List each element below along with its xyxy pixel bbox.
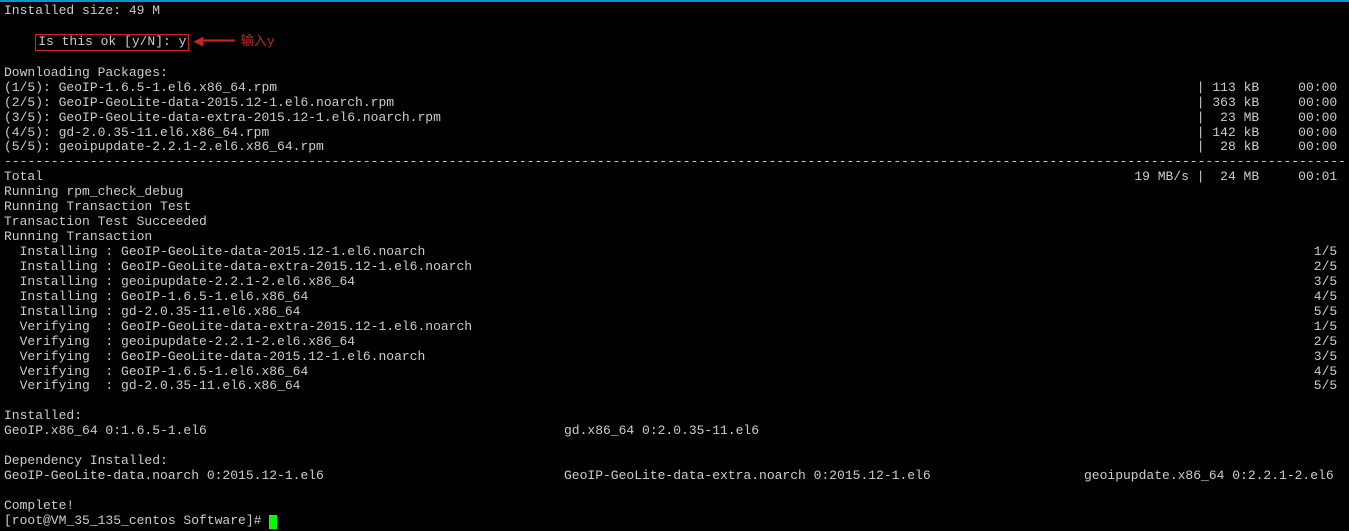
shell-prompt-text: [root@VM_35_135_centos Software]# [4, 513, 269, 528]
transaction-row: Installing : GeoIP-GeoLite-data-extra-20… [4, 260, 1345, 275]
transaction-row: Installing : gd-2.0.35-11.el6.x86_64 5/5 [4, 305, 1345, 320]
package-row: (1/5): GeoIP-1.6.5-1.el6.x86_64.rpm | 113… [4, 81, 1345, 96]
transaction-row: Verifying : gd-2.0.35-11.el6.x86_64 5/5 [4, 379, 1345, 394]
dependency-item-2: GeoIP-GeoLite-data-extra.noarch 0:2015.1… [564, 469, 1084, 484]
package-stats: | 363 kB 00:00 [1197, 96, 1345, 111]
transaction-progress: 3/5 [1314, 350, 1345, 365]
total-stats: 19 MB/s | 24 MB 00:01 [1134, 170, 1345, 185]
installed-item-1: GeoIP.x86_64 0:1.6.5-1.el6 [4, 424, 564, 439]
shell-prompt-line[interactable]: [root@VM_35_135_centos Software]# [4, 514, 1345, 529]
dependency-installed-label: Dependency Installed: [4, 454, 1345, 469]
dependency-items-row: GeoIP-GeoLite-data.noarch 0:2015.12-1.el… [4, 469, 1345, 484]
total-label: Total [4, 170, 43, 185]
package-stats: | 113 kB 00:00 [1197, 81, 1345, 96]
package-stats: | 142 kB 00:00 [1197, 126, 1345, 141]
installed-size-text: Installed size: 49 M [4, 4, 160, 19]
package-name: (3/5): GeoIP-GeoLite-data-extra-2015.12-… [4, 111, 441, 126]
transaction-text: Installing : GeoIP-1.6.5-1.el6.x86_64 [4, 290, 308, 305]
test-succeeded-line: Transaction Test Succeeded [4, 215, 1345, 230]
transaction-text: Installing : GeoIP-GeoLite-data-extra-20… [4, 260, 472, 275]
confirm-prompt-text: Is this ok [y/N]: y [35, 34, 189, 51]
transaction-text: Verifying : GeoIP-GeoLite-data-2015.12-1… [4, 350, 425, 365]
transaction-text: Installing : GeoIP-GeoLite-data-2015.12-… [4, 245, 425, 260]
transaction-progress: 1/5 [1314, 320, 1345, 335]
transaction-text: Installing : gd-2.0.35-11.el6.x86_64 [4, 305, 300, 320]
transaction-progress: 2/5 [1314, 260, 1345, 275]
packages-list: (1/5): GeoIP-1.6.5-1.el6.x86_64.rpm | 113… [4, 81, 1345, 156]
package-stats: | 23 MB 00:00 [1197, 111, 1345, 126]
package-name: (5/5): geoipupdate-2.2.1-2.el6.x86_64.rp… [4, 140, 324, 155]
installed-label: Installed: [4, 409, 1345, 424]
transaction-test-line: Running Transaction Test [4, 200, 1345, 215]
transaction-row: Installing : GeoIP-GeoLite-data-2015.12-… [4, 245, 1345, 260]
dependency-item-3: geoipupdate.x86_64 0:2.2.1-2.el6 [1084, 469, 1345, 484]
transaction-row: Verifying : geoipupdate-2.2.1-2.el6.x86_… [4, 335, 1345, 350]
rpm-check-debug-line: Running rpm_check_debug [4, 185, 1345, 200]
annotation-text: 输入y [241, 34, 275, 49]
total-line: Total 19 MB/s | 24 MB 00:01 [4, 170, 1345, 185]
transaction-row: Verifying : GeoIP-GeoLite-data-2015.12-1… [4, 350, 1345, 365]
package-stats: | 28 kB 00:00 [1197, 140, 1345, 155]
transaction-progress: 5/5 [1314, 305, 1345, 320]
terminal-output[interactable]: Installed size: 49 M Is this ok [y/N]: y… [0, 2, 1349, 531]
transaction-text: Verifying : GeoIP-GeoLite-data-extra-201… [4, 320, 472, 335]
transaction-progress: 1/5 [1314, 245, 1345, 260]
transaction-row: Installing : GeoIP-1.6.5-1.el6.x86_64 4/5 [4, 290, 1345, 305]
dependency-item-1: GeoIP-GeoLite-data.noarch 0:2015.12-1.el… [4, 469, 564, 484]
transaction-row: Verifying : GeoIP-GeoLite-data-extra-201… [4, 320, 1345, 335]
confirm-prompt-line: Is this ok [y/N]: y ◀━━━━ 输入y [4, 19, 1345, 66]
package-row: (2/5): GeoIP-GeoLite-data-2015.12-1.el6.… [4, 96, 1345, 111]
transactions-list: Installing : GeoIP-GeoLite-data-2015.12-… [4, 245, 1345, 394]
transaction-progress: 5/5 [1314, 379, 1345, 394]
installed-size-line: Installed size: 49 M [4, 4, 1345, 19]
package-name: (1/5): GeoIP-1.6.5-1.el6.x86_64.rpm [4, 81, 277, 96]
installed-item-2: gd.x86_64 0:2.0.35-11.el6 [564, 424, 1084, 439]
transaction-progress: 4/5 [1314, 290, 1345, 305]
annotation-arrow-icon: ◀━━━━ [193, 34, 234, 49]
transaction-text: Verifying : GeoIP-1.6.5-1.el6.x86_64 [4, 365, 308, 380]
transaction-row: Installing : geoipupdate-2.2.1-2.el6.x86… [4, 275, 1345, 290]
separator-line: ----------------------------------------… [4, 155, 1345, 170]
transaction-progress: 3/5 [1314, 275, 1345, 290]
blank-line-2 [4, 439, 1345, 454]
running-transaction-line: Running Transaction [4, 230, 1345, 245]
package-name: (2/5): GeoIP-GeoLite-data-2015.12-1.el6.… [4, 96, 394, 111]
package-row: (5/5): geoipupdate-2.2.1-2.el6.x86_64.rp… [4, 140, 1345, 155]
transaction-text: Verifying : geoipupdate-2.2.1-2.el6.x86_… [4, 335, 355, 350]
downloading-label: Downloading Packages: [4, 66, 1345, 81]
transaction-text: Verifying : gd-2.0.35-11.el6.x86_64 [4, 379, 300, 394]
transaction-progress: 4/5 [1314, 365, 1345, 380]
transaction-text: Installing : geoipupdate-2.2.1-2.el6.x86… [4, 275, 355, 290]
package-row: (3/5): GeoIP-GeoLite-data-extra-2015.12-… [4, 111, 1345, 126]
complete-line: Complete! [4, 499, 1345, 514]
blank-line-1 [4, 394, 1345, 409]
installed-items-row: GeoIP.x86_64 0:1.6.5-1.el6 gd.x86_64 0:2… [4, 424, 1345, 439]
package-row: (4/5): gd-2.0.35-11.el6.x86_64.rpm | 142 … [4, 126, 1345, 141]
package-name: (4/5): gd-2.0.35-11.el6.x86_64.rpm [4, 126, 269, 141]
blank-line-3 [4, 484, 1345, 499]
cursor-icon [269, 515, 277, 529]
transaction-progress: 2/5 [1314, 335, 1345, 350]
transaction-row: Verifying : GeoIP-1.6.5-1.el6.x86_64 4/5 [4, 365, 1345, 380]
